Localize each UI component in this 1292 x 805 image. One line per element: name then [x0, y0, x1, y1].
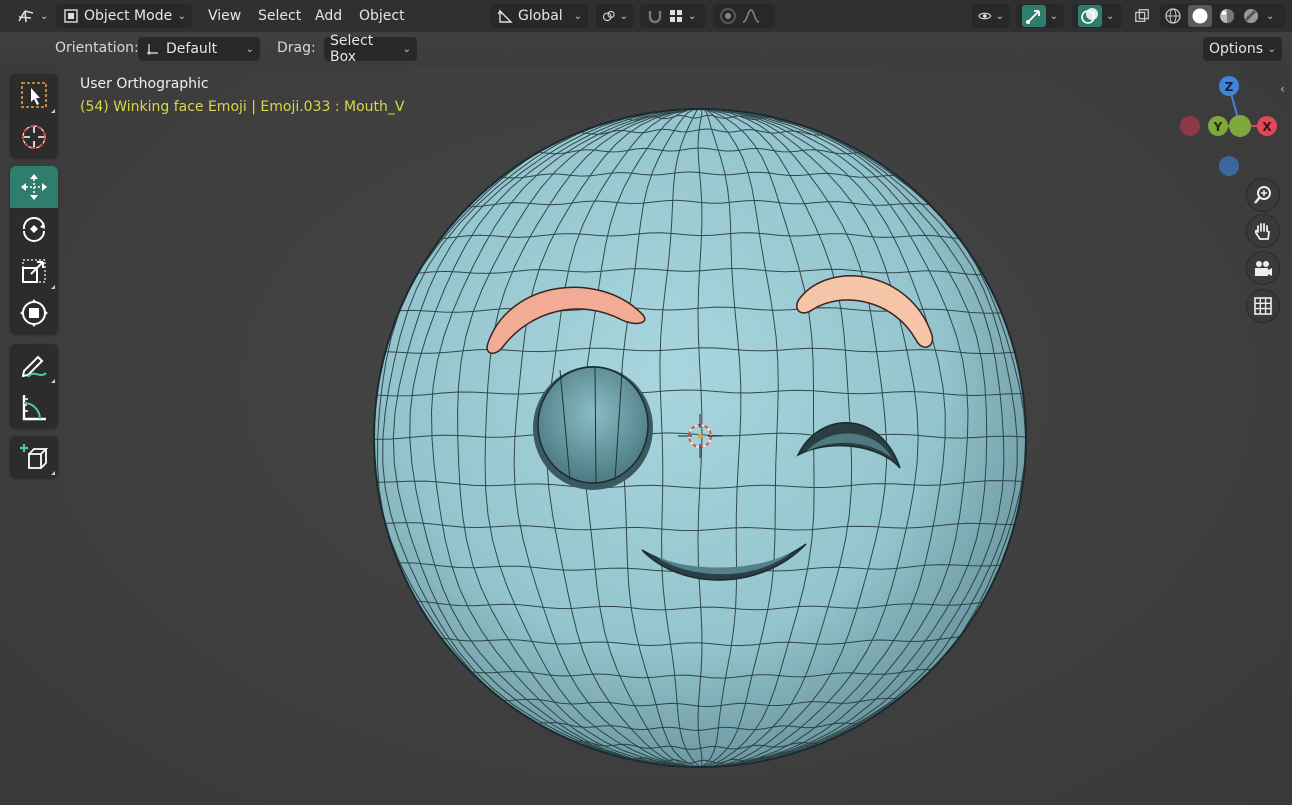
- chevron-down-icon: ⌄: [619, 10, 628, 22]
- perspective-toggle-button[interactable]: [1247, 290, 1279, 322]
- falloff-curve-icon: [742, 9, 760, 23]
- select-box-icon: [21, 82, 47, 108]
- options-dropdown[interactable]: Options ⌄: [1203, 37, 1282, 61]
- orientation-axes-icon: [147, 44, 158, 55]
- rotate-tool[interactable]: [10, 208, 58, 250]
- sidebar-toggle-icon[interactable]: ‹: [1280, 82, 1292, 102]
- mode-dropdown[interactable]: Object Mode ⌄: [56, 4, 192, 28]
- scale-icon: [22, 259, 46, 283]
- add-cube-tool[interactable]: [10, 436, 58, 478]
- eye-icon: [978, 12, 992, 20]
- overlays-icon: [1078, 5, 1102, 27]
- chevron-down-icon: ⌄: [573, 10, 582, 22]
- drag-dropdown[interactable]: Select Box ⌄: [324, 33, 417, 65]
- proportional-editing-group[interactable]: [713, 4, 775, 28]
- left-eye: [537, 366, 649, 484]
- menu-view[interactable]: View: [200, 4, 249, 28]
- rotate-icon: [22, 217, 45, 242]
- negative-y-axis[interactable]: [1229, 115, 1251, 137]
- toolbar-annotate-group: [10, 344, 58, 428]
- overlays-toggle[interactable]: ⌄: [1072, 4, 1122, 28]
- visibility-dropdown[interactable]: ⌄: [972, 4, 1010, 28]
- transform-tool[interactable]: [10, 292, 58, 334]
- viewport-header: ⌄ Object Mode ⌄ View Select Add Object G…: [0, 0, 1292, 32]
- negative-z-axis[interactable]: [1219, 156, 1239, 176]
- orientation-icon: [497, 9, 513, 23]
- pan-button[interactable]: [1247, 215, 1279, 247]
- menu-add[interactable]: Add: [307, 4, 350, 28]
- drag-value: Select Box: [330, 33, 374, 65]
- grid-icon: [1254, 297, 1272, 315]
- solid-shading-icon[interactable]: [1188, 5, 1212, 27]
- transform-icon: [20, 299, 48, 327]
- editor-type-button[interactable]: ⌄: [10, 4, 54, 28]
- tool-settings-bar: Orientation: Default ⌄ Drag: Select Box …: [0, 32, 1292, 66]
- chevron-down-icon: ⌄: [1267, 43, 1276, 55]
- rendered-shading-icon[interactable]: [1242, 7, 1260, 25]
- orientation-dropdown[interactable]: Default ⌄: [138, 37, 260, 61]
- move-tool[interactable]: [10, 166, 58, 208]
- orientation-field-label: Orientation:: [55, 40, 139, 56]
- z-axis-label: Z: [1225, 80, 1234, 94]
- mode-label: Object Mode: [84, 8, 173, 24]
- hand-icon: [1254, 223, 1270, 240]
- menu-object[interactable]: Object: [351, 4, 413, 28]
- toolbar-select-group: [10, 74, 58, 158]
- magnet-icon: [648, 11, 662, 24]
- orientation-value: Default: [166, 41, 218, 57]
- select-box-tool[interactable]: [10, 74, 58, 116]
- chevron-down-icon: ⌄: [1049, 10, 1058, 22]
- chevron-down-icon: ⌄: [177, 10, 186, 22]
- move-icon: [21, 174, 47, 200]
- chevron-down-icon: ⌄: [40, 10, 49, 22]
- drag-field-label: Drag:: [277, 40, 316, 56]
- shading-modes[interactable]: ⌄: [1160, 4, 1286, 28]
- chevron-down-icon: ⌄: [688, 10, 697, 22]
- add-cube-icon: [20, 444, 49, 469]
- proportional-edit-icon: [720, 8, 736, 24]
- axes-icon: [18, 10, 34, 23]
- annotate-icon: [21, 355, 47, 378]
- measure-tool[interactable]: [10, 386, 58, 428]
- options-label: Options: [1209, 41, 1264, 57]
- wireframe-shading-icon[interactable]: [1164, 7, 1182, 25]
- gizmo-toggle[interactable]: ⌄: [1016, 4, 1064, 28]
- xray-icon: [1135, 9, 1149, 22]
- menu-select[interactable]: Select: [250, 4, 309, 28]
- view-name: User Orthographic: [80, 76, 209, 92]
- cursor-tool[interactable]: [10, 116, 58, 158]
- chevron-down-icon: ⌄: [402, 43, 411, 55]
- zoom-icon: [1254, 186, 1271, 204]
- material-shading-icon[interactable]: [1218, 7, 1236, 25]
- negative-x-axis[interactable]: [1180, 116, 1200, 136]
- object-info: (54) Winking face Emoji | Emoji.033 : Mo…: [80, 99, 405, 115]
- chevron-down-icon: ⌄: [995, 10, 1004, 22]
- measure-icon: [22, 395, 46, 421]
- transform-orientation-dropdown[interactable]: Global ⌄: [490, 4, 588, 28]
- zoom-button[interactable]: [1247, 179, 1279, 211]
- camera-icon: [1255, 261, 1272, 276]
- xray-toggle[interactable]: [1128, 4, 1156, 28]
- y-axis-label: Y: [1213, 120, 1223, 134]
- emoji-mesh[interactable]: [360, 100, 1040, 780]
- snap-grid-icon: [670, 10, 682, 22]
- cursor-icon: [22, 125, 46, 149]
- pivot-icon: [602, 10, 615, 22]
- scale-tool[interactable]: [10, 250, 58, 292]
- orientation-label: Global: [518, 8, 563, 24]
- object-mode-icon: [64, 9, 78, 23]
- camera-view-button[interactable]: [1247, 252, 1279, 284]
- annotate-tool[interactable]: [10, 344, 58, 386]
- gizmo-icon: [1022, 5, 1046, 27]
- pivot-point-dropdown[interactable]: ⌄: [596, 4, 634, 28]
- chevron-down-icon: ⌄: [1266, 10, 1275, 22]
- chevron-down-icon: ⌄: [245, 43, 254, 55]
- x-axis-label: X: [1262, 120, 1272, 134]
- toolbar-add-group: [10, 436, 58, 478]
- snapping-group[interactable]: ⌄: [640, 4, 706, 28]
- chevron-down-icon: ⌄: [1106, 10, 1115, 22]
- toolbar-transform-group: [10, 166, 58, 334]
- navigation-gizmo[interactable]: Z Y X: [1170, 70, 1282, 180]
